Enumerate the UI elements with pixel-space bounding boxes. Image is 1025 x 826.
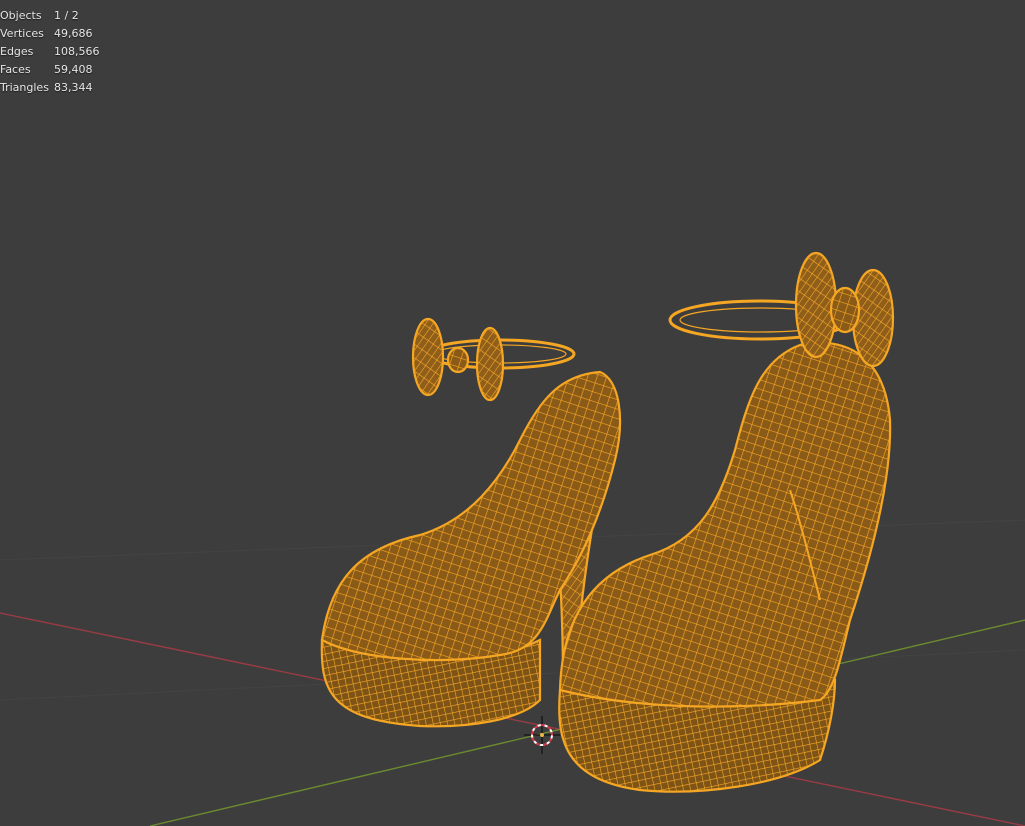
stat-label: Faces xyxy=(0,63,31,76)
stat-label: Objects xyxy=(0,9,42,22)
stat-row-triangles: Triangles 83,344 xyxy=(0,79,100,97)
stat-label: Vertices xyxy=(0,27,44,40)
stat-row-edges: Edges 108,566 xyxy=(0,43,100,61)
scene-statistics-overlay: Objects 1 / 2 Vertices 49,686 Edges 108,… xyxy=(0,7,100,97)
stat-value: 59,408 xyxy=(54,63,93,76)
stat-value: 108,566 xyxy=(54,45,100,58)
stat-value: 49,686 xyxy=(54,27,93,40)
stat-row-objects: Objects 1 / 2 xyxy=(0,7,100,25)
stat-label: Triangles xyxy=(0,81,49,94)
viewport-scene[interactable] xyxy=(0,0,1025,826)
stat-label: Edges xyxy=(0,45,34,58)
right-shoe-mesh[interactable] xyxy=(558,251,895,793)
stat-value: 1 / 2 xyxy=(54,9,79,22)
stat-row-vertices: Vertices 49,686 xyxy=(0,25,100,43)
stat-value: 83,344 xyxy=(54,81,93,94)
3d-cursor-icon[interactable] xyxy=(524,716,560,754)
3d-viewport[interactable]: Objects 1 / 2 Vertices 49,686 Edges 108,… xyxy=(0,0,1025,826)
stat-row-faces: Faces 59,408 xyxy=(0,61,100,79)
